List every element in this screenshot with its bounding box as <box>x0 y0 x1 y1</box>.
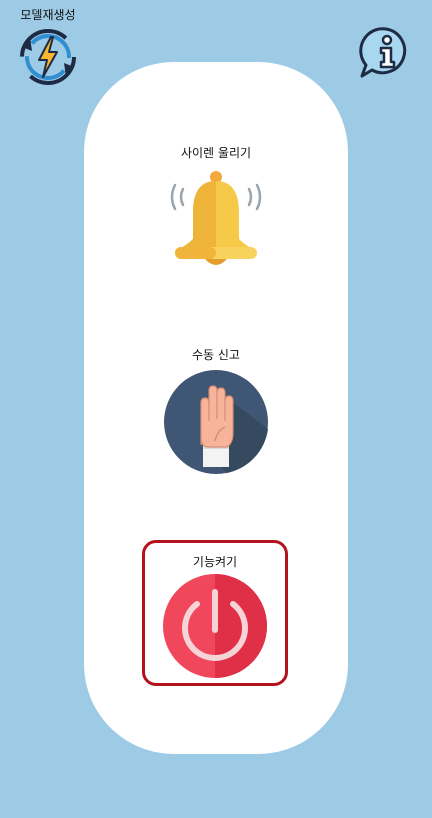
manual-report-label: 수동 신고 <box>192 348 240 362</box>
regenerate-model-label: 모델재생성 <box>20 8 76 22</box>
info-bubble-icon <box>359 27 407 78</box>
raised-hand-icon <box>164 370 268 474</box>
main-panel: 사이렌 울리기 수동 신고 기능켜기 <box>84 62 348 754</box>
siren-label: 사이렌 울리기 <box>180 146 252 160</box>
refresh-lightning-icon <box>20 29 76 85</box>
info-button[interactable] <box>358 24 414 80</box>
bell-icon <box>170 171 262 265</box>
power-on-label: 기능켜기 <box>192 555 238 569</box>
siren-button[interactable]: 사이렌 울리기 <box>84 144 348 279</box>
power-on-button[interactable]: 기능켜기 <box>142 540 288 686</box>
regenerate-model-button[interactable]: 모델재생성 <box>10 6 86 89</box>
manual-report-button[interactable]: 수동 신고 <box>84 346 348 479</box>
power-icon <box>163 574 267 678</box>
